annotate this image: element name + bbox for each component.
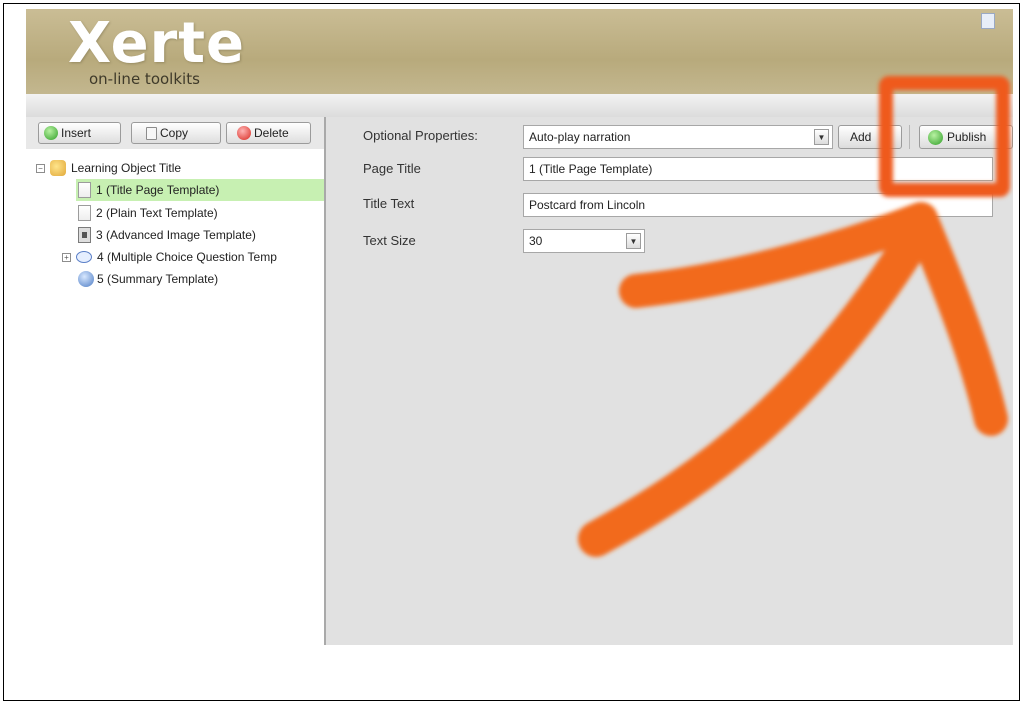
- highlight-box-annotation: [879, 76, 1010, 197]
- screenshot-frame: Xerte on-line toolkits Insert Copy Delet…: [3, 3, 1020, 701]
- annotation-overlay: [578, 76, 1010, 557]
- xerte-editor-window: Xerte on-line toolkits Insert Copy Delet…: [26, 9, 1013, 645]
